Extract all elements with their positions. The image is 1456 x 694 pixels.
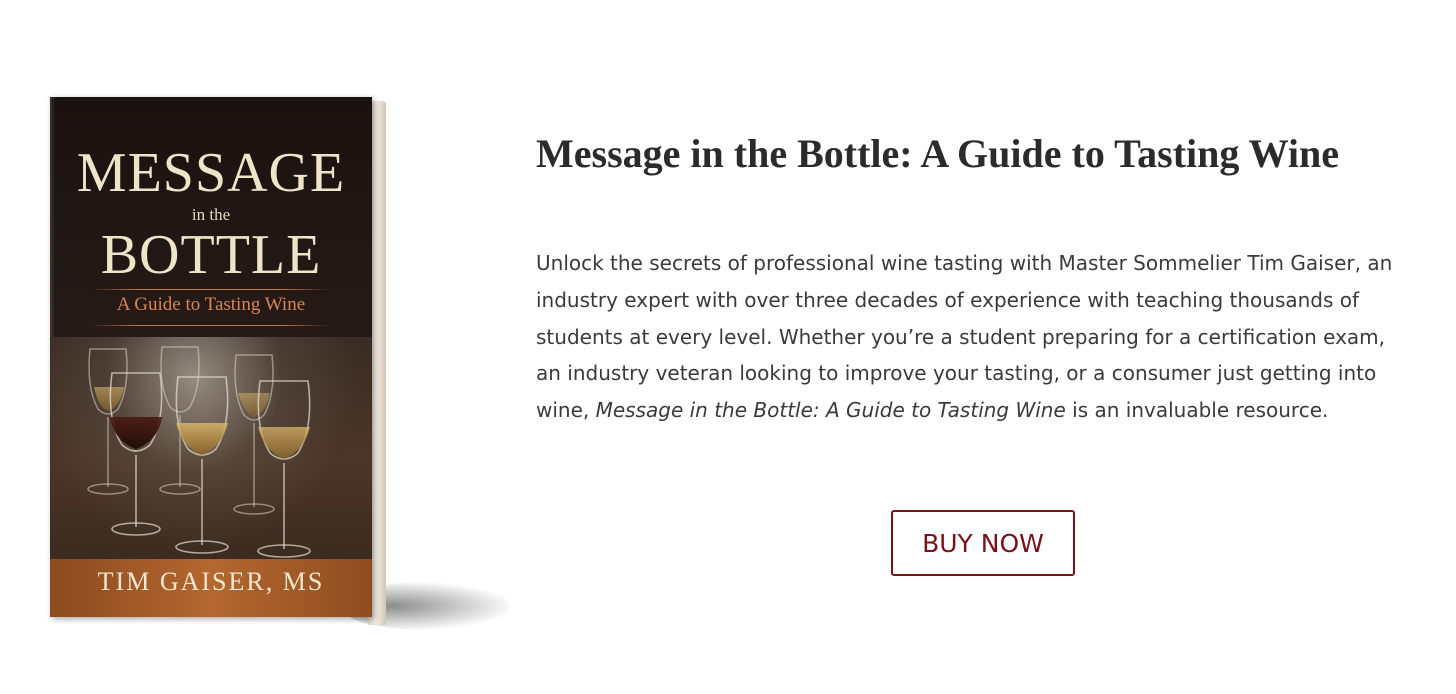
book-subtitle: A Guide to Tasting Wine <box>116 294 306 315</box>
product-description: Unlock the secrets of professional wine … <box>536 245 1416 429</box>
book-title-message: MESSAGE <box>76 142 346 204</box>
description-text-end: is an invaluable resource. <box>1065 398 1329 423</box>
description-text: Unlock the secrets of professional wine … <box>536 251 1393 423</box>
buy-now-button[interactable]: BUY NOW <box>891 510 1075 576</box>
product-heading: Message in the Bottle: A Guide to Tastin… <box>536 131 1340 176</box>
book-title-in-the: in the <box>191 205 231 224</box>
book-front-cover: MESSAGE in the BOTTLE A Guide to Tasting… <box>50 97 372 617</box>
description-book-title: Message in the Bottle: A Guide to Tastin… <box>595 398 1066 423</box>
book-author: TIM GAISER, MS <box>97 567 325 596</box>
wine-glasses-illustration <box>87 346 311 558</box>
book-title-bottle: BOTTLE <box>100 224 322 286</box>
book-divider-bottom <box>90 325 330 326</box>
book-divider-top <box>90 289 330 290</box>
book-cover-image: MESSAGE in the BOTTLE A Guide to Tasting… <box>50 97 510 637</box>
wine-glasses-photo <box>50 337 372 565</box>
